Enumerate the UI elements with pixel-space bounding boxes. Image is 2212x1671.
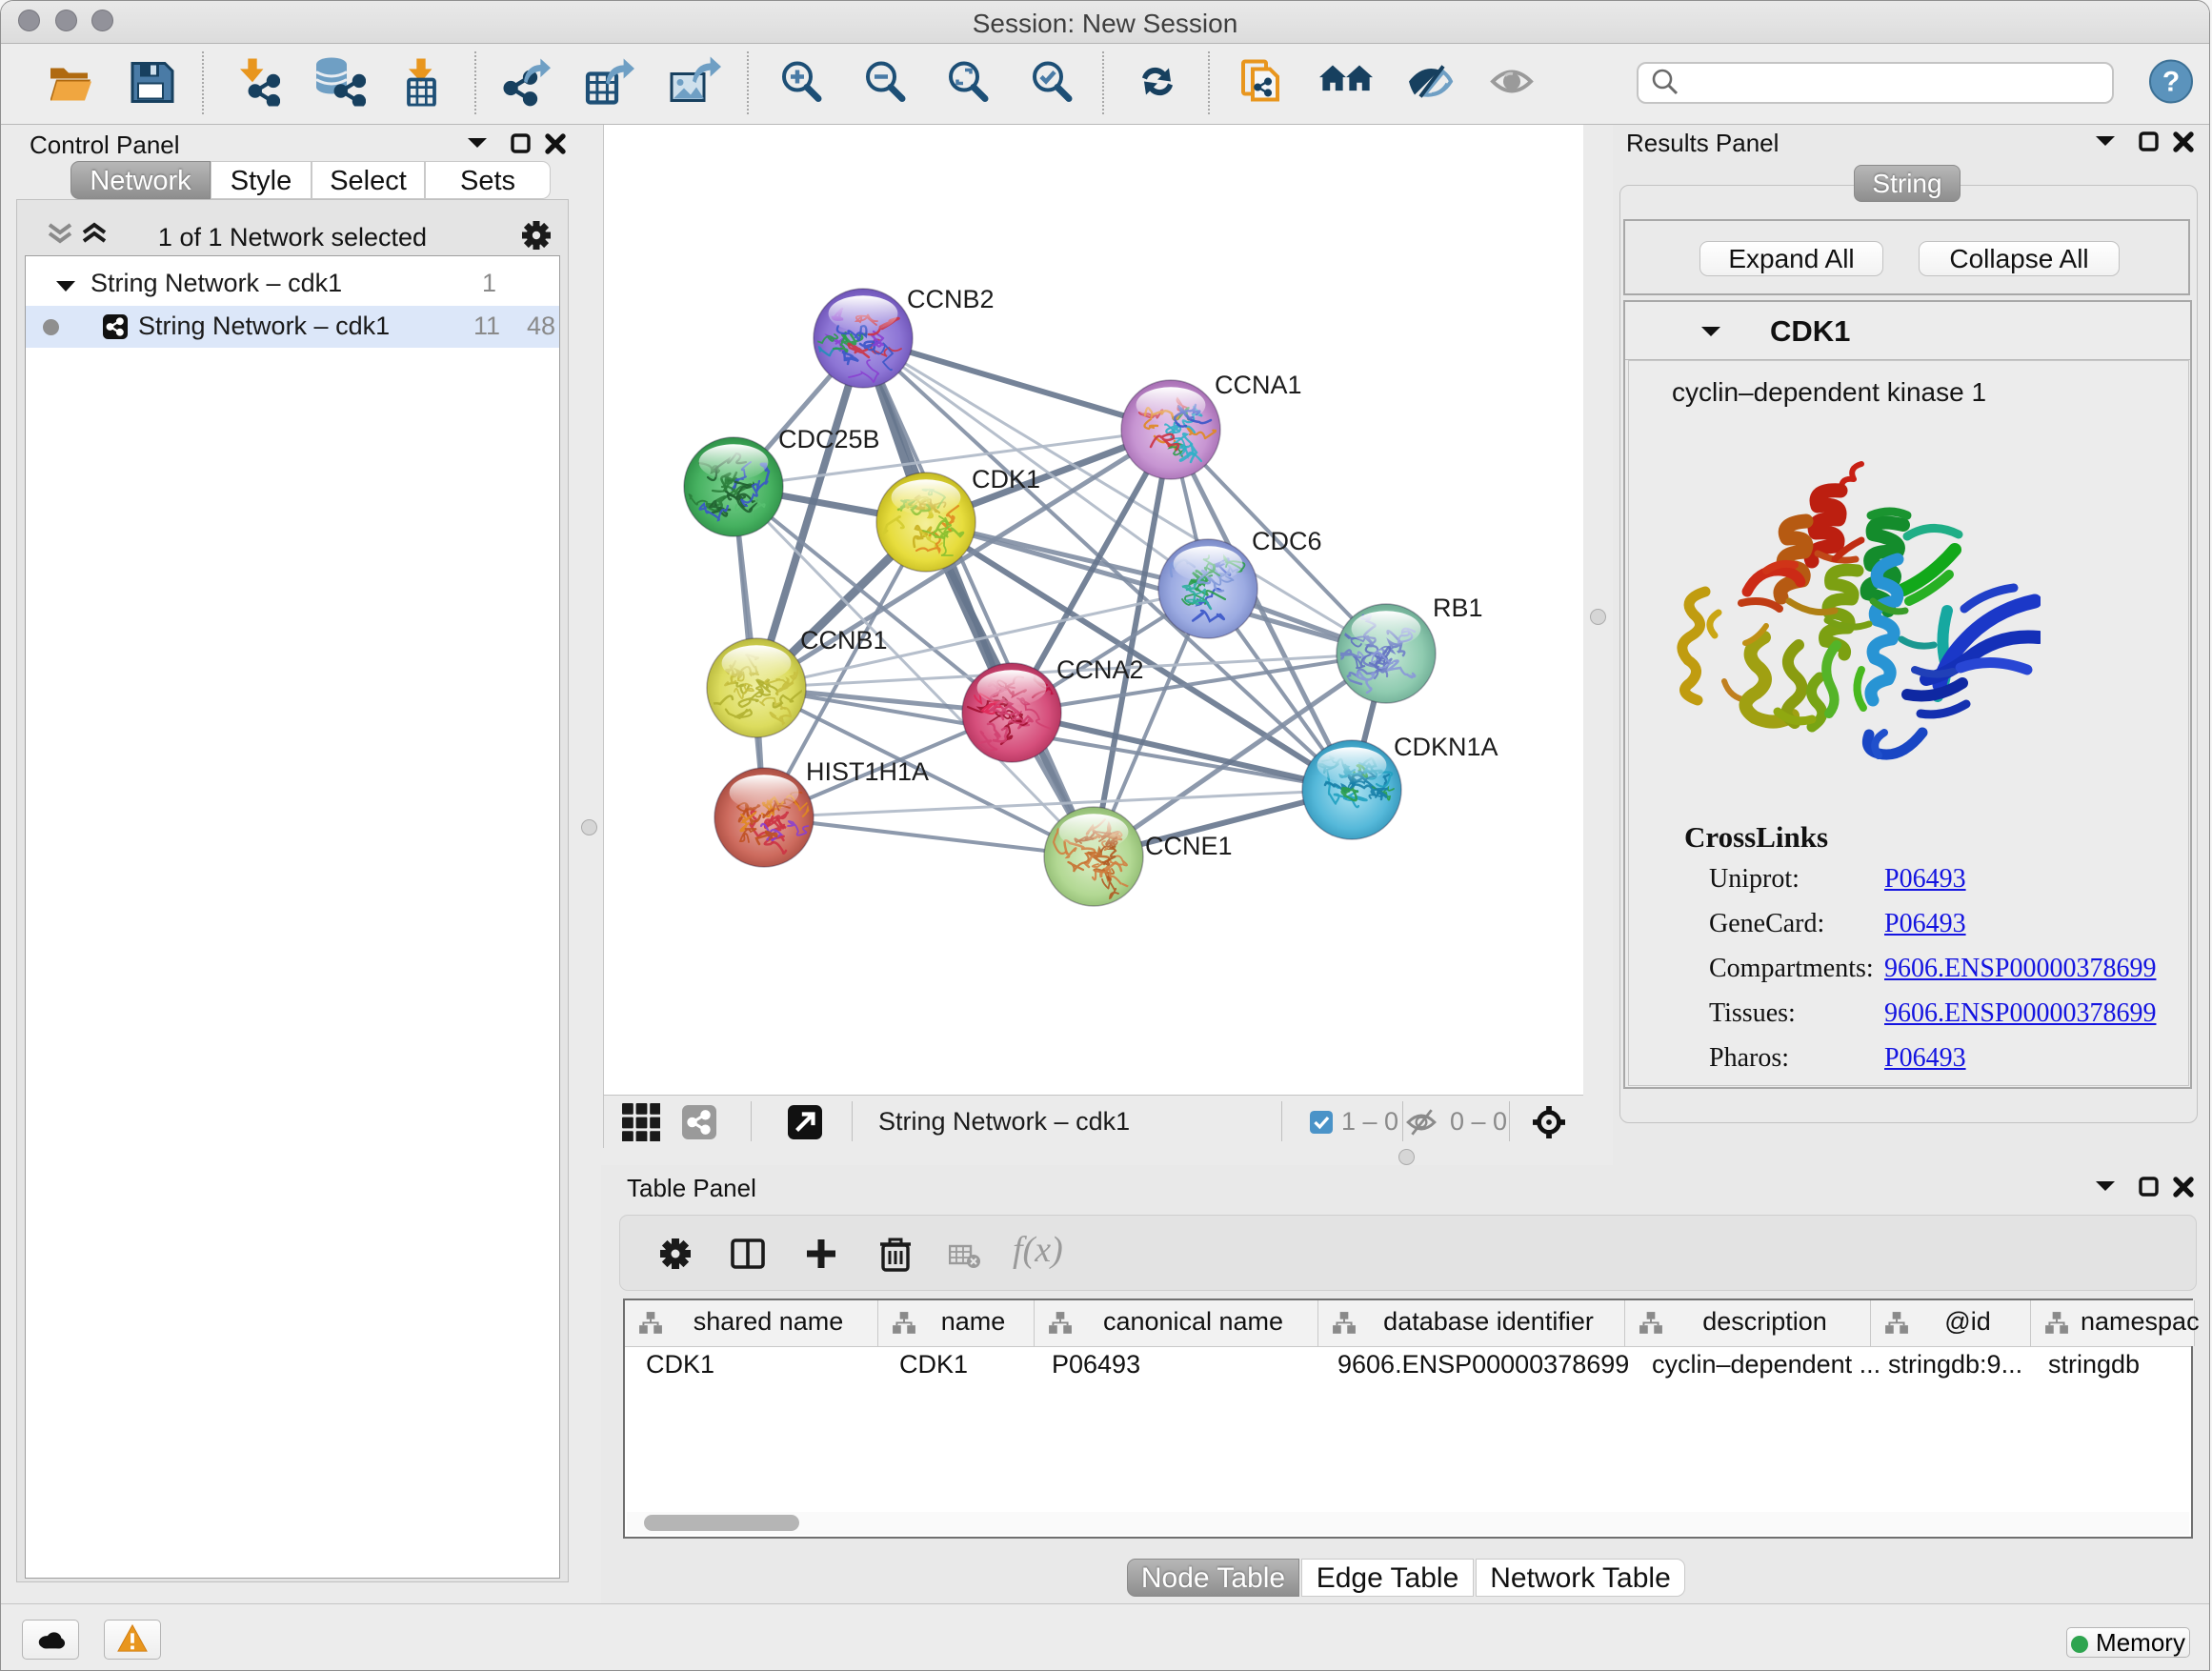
svg-text:CCNA1: CCNA1 [1215,371,1302,399]
svg-text:RB1: RB1 [1433,594,1483,622]
svg-text:?: ? [2162,67,2180,98]
svg-text:CDK1: CDK1 [972,465,1040,493]
svg-text:HIST1H1A: HIST1H1A [806,757,929,786]
svg-text:CCNB1: CCNB1 [800,626,888,654]
svg-text:CDC25B: CDC25B [778,425,880,453]
svg-text:CDKN1A: CDKN1A [1394,733,1498,761]
svg-text:CCNA2: CCNA2 [1056,655,1144,684]
svg-text:CCNB2: CCNB2 [907,285,995,313]
svg-text:CCNE1: CCNE1 [1145,832,1233,860]
svg-text:CDC6: CDC6 [1252,527,1322,555]
